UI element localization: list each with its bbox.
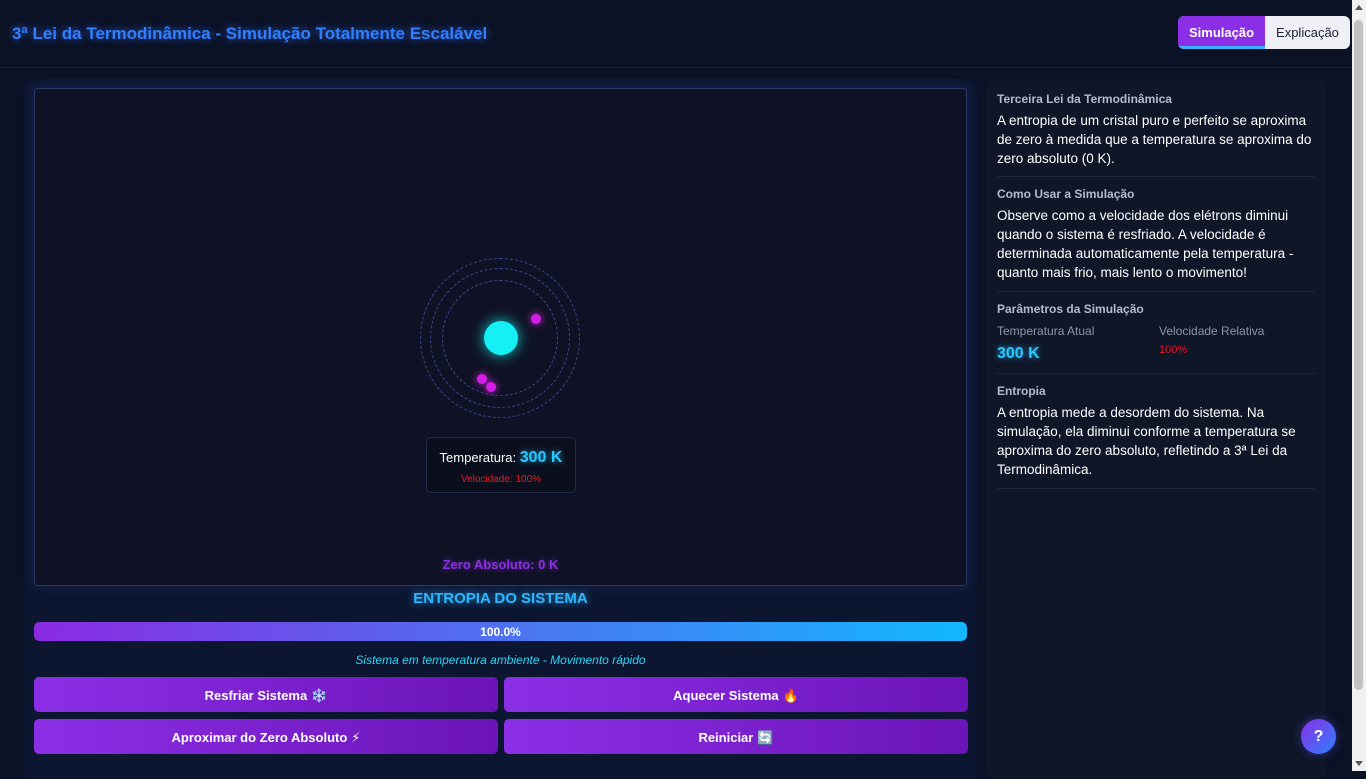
params-title: Parâmetros da Simulação xyxy=(997,302,1144,316)
temperature-value: 300 K xyxy=(997,345,1040,362)
absolute-zero-label: Zero Absoluto: 0 K xyxy=(442,557,559,572)
param-temperature: Temperatura Atual 300 K xyxy=(997,324,1152,363)
approach-absolute-zero-button[interactable]: Aproximar do Zero Absoluto ⚡ xyxy=(34,719,498,754)
usage-text: Observe como a velocidade dos elétrons d… xyxy=(997,208,1294,280)
speed-readout: Velocidade: 100% xyxy=(460,474,542,485)
speed-label: Velocidade Relativa xyxy=(1159,324,1265,338)
scroll-down-arrow-icon[interactable] xyxy=(1355,761,1363,766)
app-header: 3ª Lei da Termodinâmica - Simulação Tota… xyxy=(0,0,1352,68)
entropy-progress-bar: 100.0% xyxy=(34,622,967,641)
param-speed: Velocidade Relativa 100% xyxy=(1159,324,1314,356)
page-title: 3ª Lei da Termodinâmica - Simulação Tota… xyxy=(12,24,488,43)
tab-explicacao[interactable]: Explicação xyxy=(1265,16,1350,49)
temperature-readout: Temperatura: 300 K xyxy=(427,449,575,467)
view-tabs: Simulação Explicação xyxy=(1178,16,1350,49)
law-section: Terceira Lei da Termodinâmica A entropia… xyxy=(997,92,1315,177)
temperature-card: Temperatura: 300 K Velocidade: 100% xyxy=(426,437,576,493)
simulation-canvas: Temperatura: 300 K Velocidade: 100% Zero… xyxy=(34,88,967,586)
temperature-label: Temperatura: xyxy=(439,450,517,465)
snowflake-icon: ❄️ xyxy=(311,689,328,704)
reset-button[interactable]: Reiniciar 🔄 xyxy=(504,719,968,754)
reset-button-label: Reiniciar xyxy=(698,730,754,745)
help-button[interactable]: ? xyxy=(1301,719,1336,754)
electron xyxy=(531,314,541,324)
info-panel: Terceira Lei da Termodinâmica A entropia… xyxy=(987,79,1326,779)
temperature-label: Temperatura Atual xyxy=(997,324,1095,338)
zero-button-label: Aproximar do Zero Absoluto xyxy=(171,730,348,745)
entropy-info-text: A entropia mede a desordem do sistema. N… xyxy=(997,405,1296,477)
fire-icon: 🔥 xyxy=(782,689,799,704)
heat-system-button[interactable]: Aquecer Sistema 🔥 xyxy=(504,677,968,712)
electron xyxy=(486,382,496,392)
entropy-info-title: Entropia xyxy=(997,384,1046,398)
scroll-up-arrow-icon[interactable] xyxy=(1355,5,1363,10)
heat-button-label: Aquecer Sistema xyxy=(673,688,779,703)
electron xyxy=(477,374,487,384)
cool-button-label: Resfriar Sistema xyxy=(204,688,308,703)
page-scrollbar[interactable] xyxy=(1352,0,1366,771)
refresh-icon: 🔄 xyxy=(757,731,774,746)
cool-system-button[interactable]: Resfriar Sistema ❄️ xyxy=(34,677,498,712)
scroll-thumb[interactable] xyxy=(1354,20,1363,690)
law-title: Terceira Lei da Termodinâmica xyxy=(997,92,1172,106)
atom-nucleus xyxy=(484,321,518,355)
tab-simulacao[interactable]: Simulação xyxy=(1178,16,1266,49)
usage-title: Como Usar a Simulação xyxy=(997,187,1135,201)
system-status: Sistema em temperatura ambiente - Movime… xyxy=(355,653,646,667)
law-text: A entropia de um cristal puro e perfeito… xyxy=(997,113,1312,166)
speed-value: 100% xyxy=(1159,344,1188,356)
entropy-percent: 100.0% xyxy=(480,625,521,639)
entropy-title: ENTROPIA DO SISTEMA xyxy=(413,590,588,607)
temperature-value: 300 K xyxy=(519,449,563,466)
usage-section: Como Usar a Simulação Observe como a vel… xyxy=(997,187,1315,292)
lightning-icon: ⚡ xyxy=(351,731,361,746)
params-section: Parâmetros da Simulação Temperatura Atua… xyxy=(997,302,1315,374)
entropy-section: Entropia A entropia mede a desordem do s… xyxy=(997,384,1315,489)
